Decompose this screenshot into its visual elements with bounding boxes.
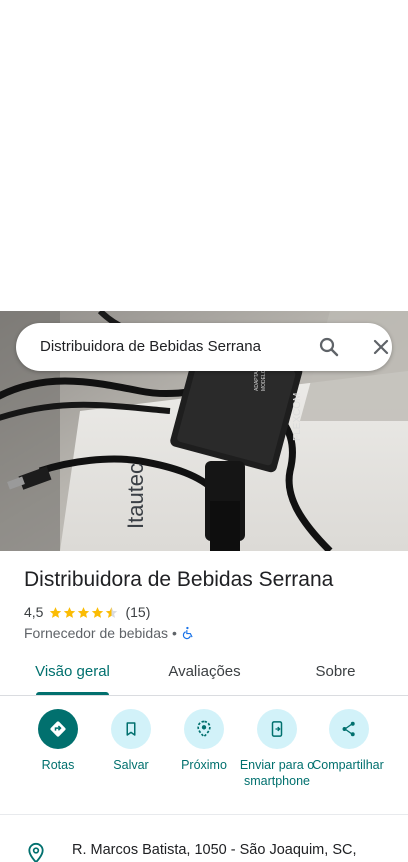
- place-tabs: Visão geral Avaliações Sobre: [0, 654, 408, 696]
- action-buttons-row: Rotas Salvar Próximo Enviar para o smart…: [0, 697, 408, 815]
- address-row[interactable]: R. Marcos Batista, 1050 - São Joaquim, S…: [0, 830, 408, 862]
- save-button[interactable]: Salvar: [91, 709, 171, 773]
- paper-printed-text: Itautec: [123, 463, 148, 529]
- star-icon: [92, 606, 104, 618]
- rating-value: 4,5: [24, 604, 44, 620]
- place-category[interactable]: Fornecedor de bebidas: [24, 625, 168, 641]
- device-brand-label: FLEXCOM: [292, 393, 303, 441]
- address-text: R. Marcos Batista, 1050 - São Joaquim, S…: [72, 842, 357, 858]
- rating-row[interactable]: 4,5 (15): [24, 602, 150, 622]
- tab-reviews[interactable]: Avaliações: [152, 654, 257, 695]
- star-icon: [50, 606, 62, 618]
- close-icon[interactable]: [369, 335, 393, 359]
- nearby-icon[interactable]: [184, 709, 224, 749]
- place-title: Distribuidora de Bebidas Serrana: [24, 568, 334, 591]
- active-tab-indicator: [36, 692, 109, 695]
- review-count[interactable]: (15): [125, 604, 150, 620]
- bookmark-icon[interactable]: [111, 709, 151, 749]
- wheelchair-accessible-icon: [181, 626, 195, 640]
- send-to-phone-button[interactable]: Enviar para o smartphone: [237, 709, 317, 789]
- directions-button[interactable]: Rotas: [18, 709, 98, 773]
- share-icon[interactable]: [329, 709, 369, 749]
- search-bar[interactable]: Distribuidora de Bebidas Serrana: [16, 323, 392, 371]
- save-label: Salvar: [113, 758, 149, 772]
- tab-about[interactable]: Sobre: [283, 654, 388, 695]
- share-button[interactable]: Compartilhar: [309, 709, 389, 773]
- send-to-phone-label: Enviar para o smartphone: [239, 758, 315, 788]
- half-star-icon: [106, 606, 118, 618]
- star-icon: [64, 606, 76, 618]
- share-label: Compartilhar: [312, 758, 384, 772]
- directions-label: Rotas: [41, 758, 75, 772]
- search-input[interactable]: Distribuidora de Bebidas Serrana: [40, 323, 261, 371]
- rating-stars: [49, 606, 119, 619]
- separator-dot: •: [172, 625, 177, 641]
- directions-icon[interactable]: [38, 709, 78, 749]
- category-row: Fornecedor de bebidas •: [24, 624, 195, 642]
- location-pin-icon: [26, 842, 46, 862]
- send-to-phone-icon[interactable]: [257, 709, 297, 749]
- nearby-label: Próximo: [181, 758, 227, 772]
- nearby-button[interactable]: Próximo: [164, 709, 244, 773]
- map-blank-area: [0, 0, 408, 311]
- search-icon[interactable]: [317, 335, 341, 359]
- tab-overview[interactable]: Visão geral: [20, 654, 125, 695]
- star-icon: [78, 606, 90, 618]
